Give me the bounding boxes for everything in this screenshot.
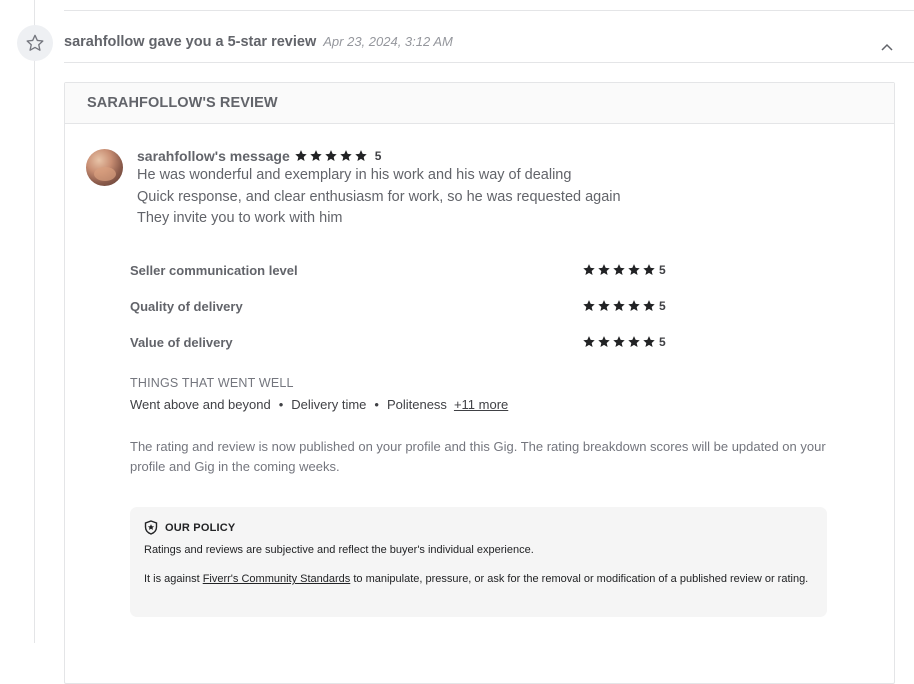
star-icon (583, 300, 595, 311)
policy-box: OUR POLICY Ratings and reviews are subje… (130, 507, 827, 617)
went-well-tags: Went above and beyond • Delivery time • … (130, 397, 508, 412)
review-card-header: SARAHFOLLOW'S REVIEW (65, 83, 894, 124)
published-note: The rating and review is now published o… (130, 439, 826, 474)
star-icon (598, 300, 610, 311)
avatar (86, 149, 123, 186)
policy-text: Ratings and reviews are subjective and r… (144, 544, 534, 556)
policy-text: It is against Fiverr's Community Standar… (144, 571, 814, 588)
breakdown-row: Quality of delivery 5 (130, 297, 690, 333)
policy-text-part: It is against (144, 573, 203, 585)
breakdown-label: Seller communication level (130, 263, 298, 278)
tag: Delivery time (291, 397, 367, 412)
rating-stars (582, 263, 656, 277)
collapse-button[interactable] (878, 40, 896, 54)
star-icon (598, 336, 610, 347)
event-header: sarahfollow gave you a 5-star review Apr… (64, 34, 453, 50)
timeline-line (34, 0, 35, 643)
tag: Politeness (386, 397, 447, 412)
tag: Went above and beyond (130, 397, 271, 412)
star-outline-icon (17, 25, 53, 61)
star-icon (310, 149, 322, 161)
rating-value: 5 (659, 335, 666, 349)
rating-value: 5 (659, 263, 666, 277)
divider (64, 10, 914, 11)
chevron-up-icon (881, 43, 893, 51)
message-line: They invite you to work with him (137, 210, 343, 226)
bullet-separator: • (374, 397, 379, 412)
star-icon (643, 336, 655, 347)
event-title: sarahfollow gave you a 5-star review (64, 34, 317, 50)
show-more-tags-link[interactable]: +11 more (454, 397, 508, 412)
rating-value: 5 (659, 299, 666, 313)
things-went-well: THINGS THAT WENT WELL Went above and bey… (130, 376, 508, 412)
star-icon (628, 264, 640, 275)
star-icon (613, 336, 625, 347)
divider (64, 62, 914, 63)
rating-value: 5 (374, 148, 382, 163)
event-timestamp: Apr 23, 2024, 3:12 AM (323, 34, 453, 49)
shield-star-icon (144, 520, 158, 535)
rating-stars (294, 149, 368, 163)
breakdown-label: Value of delivery (130, 335, 233, 350)
star-icon (598, 264, 610, 275)
review-card: SARAHFOLLOW'S REVIEW sarahfollow's messa… (64, 82, 895, 684)
message-line: Quick response, and clear enthusiasm for… (137, 188, 621, 205)
star-icon (295, 149, 307, 161)
star-icon (643, 300, 655, 311)
star-icon (325, 149, 337, 161)
rating-stars (582, 299, 656, 313)
rating-breakdown: Seller communication level 5 Quality of … (130, 261, 690, 369)
breakdown-label: Quality of delivery (130, 299, 243, 314)
star-icon (628, 300, 640, 311)
went-well-title: THINGS THAT WENT WELL (130, 376, 294, 390)
breakdown-row: Seller communication level 5 (130, 261, 690, 297)
star-icon (613, 264, 625, 275)
bullet-separator: • (278, 397, 284, 412)
breakdown-row: Value of delivery 5 (130, 333, 690, 369)
rating-stars (582, 335, 656, 349)
star-icon (583, 264, 595, 275)
message-title: sarahfollow's message (137, 147, 290, 164)
policy-text-part: to manipulate, pressure, or ask for the … (350, 573, 809, 585)
star-icon (583, 336, 595, 347)
star-icon (355, 149, 367, 161)
community-standards-link[interactable]: Fiverr's Community Standards (203, 573, 351, 585)
review-message: sarahfollow's message 5 He was wonderful… (137, 146, 837, 230)
star-icon (628, 336, 640, 347)
star-icon (643, 264, 655, 275)
message-line: He was wonderful and exemplary in his wo… (137, 167, 572, 183)
policy-title: OUR POLICY (165, 521, 236, 534)
star-icon (340, 149, 352, 161)
star-icon (613, 300, 625, 311)
